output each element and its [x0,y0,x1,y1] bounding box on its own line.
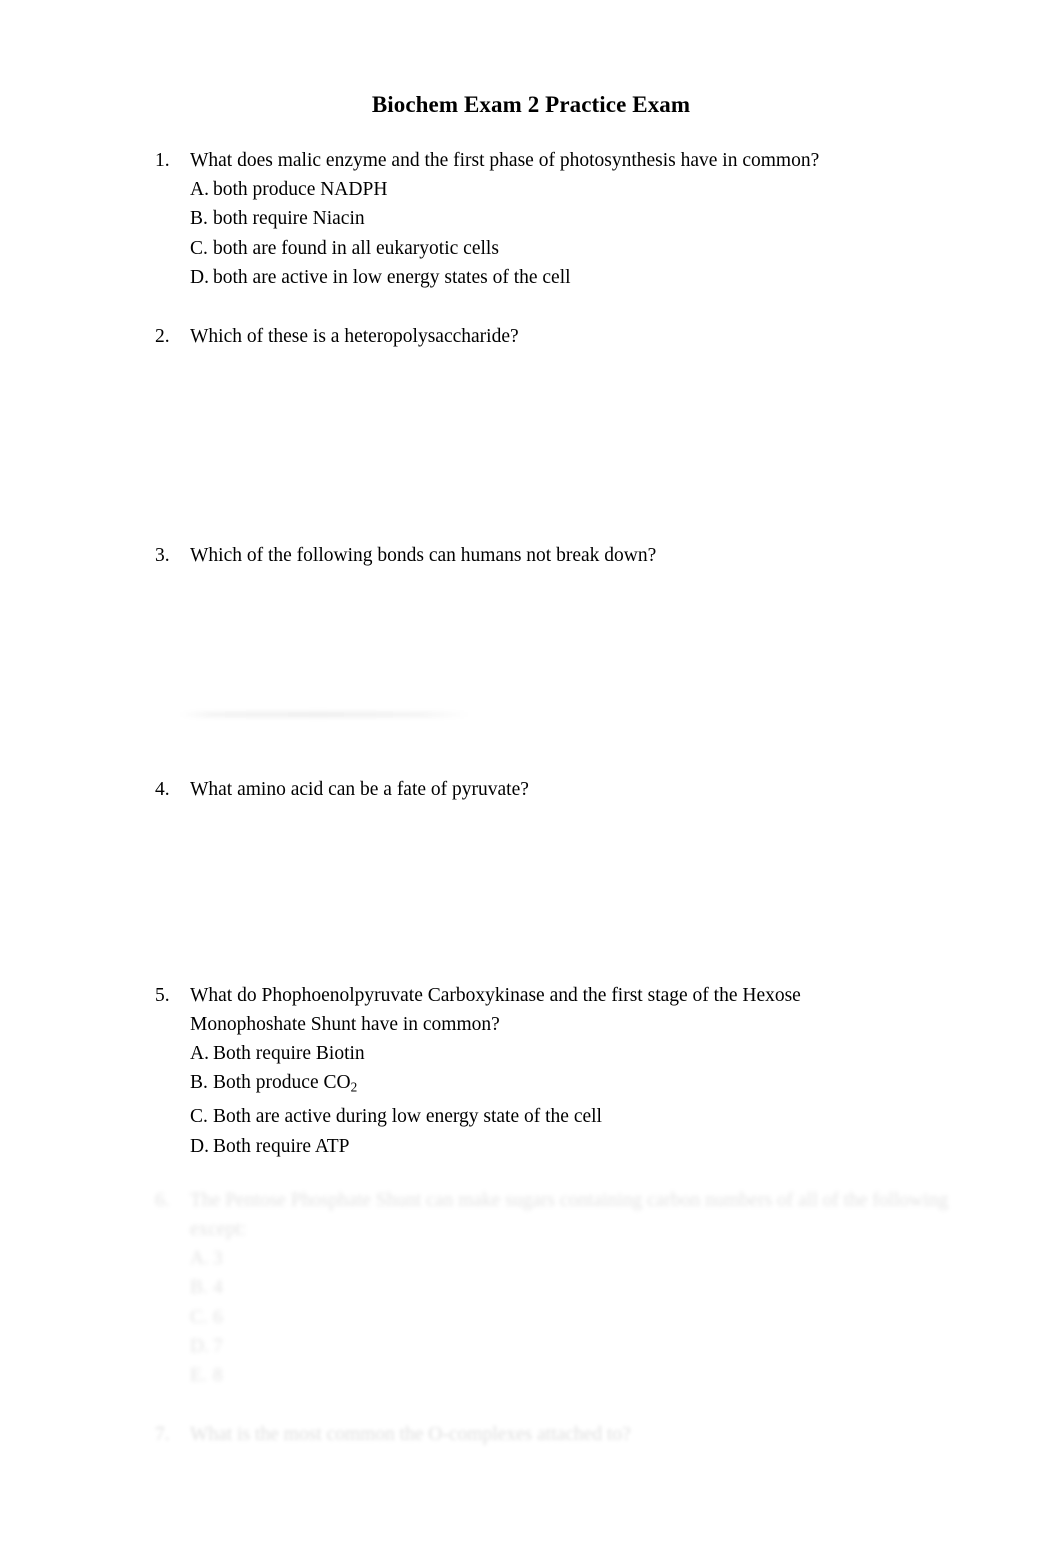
question-5-number: 5. [155,985,170,1006]
question-1-number: 1. [155,150,170,171]
question-5-option-a[interactable]: A. Both require Biotin [155,1039,955,1068]
question-4-image-placeholder [190,816,890,971]
option-text: 8 [213,1365,223,1387]
question-3-number: 3. [155,545,170,566]
question-5-option-b[interactable]: B. Both produce CO2 [155,1068,955,1102]
question-3: 3. Which of the following bonds can huma… [155,541,955,570]
question-5-option-d[interactable]: D. Both require ATP [155,1132,955,1161]
question-5-stem-row: 5. What do Phophoenolpyruvate Carboxykin… [155,981,955,1010]
question-4-stem: What amino acid can be a fate of pyruvat… [190,779,529,800]
question-5-option-c[interactable]: C. Both are active during low energy sta… [155,1102,955,1131]
question-6: 6. The Pentose Phosphate Shunt can make … [155,1186,955,1390]
option-letter: C. [190,237,208,259]
question-1-option-b[interactable]: B. both require Niacin [155,204,955,233]
option-letter: B. [190,208,208,230]
question-7-number: 7. [155,1424,170,1445]
option-text: both are active in low energy states of … [213,266,571,288]
question-7: 7. What is the most common the O-complex… [155,1420,955,1449]
option-letter: C. [190,1306,208,1328]
option-letter: E. [190,1365,207,1387]
option-letter: B. [190,1072,208,1094]
question-2: 2. Which of these is a heteropolysacchar… [155,322,955,351]
question-6-stem-line-2: except: [190,1219,247,1240]
question-1-option-c[interactable]: C. both are found in all eukaryotic cell… [155,234,955,263]
option-text: 6 [213,1306,223,1328]
question-5-stem-line-2: Monophoshate Shunt have in common? [190,1014,500,1035]
question-1-stem: What does malic enzyme and the first pha… [190,150,820,171]
question-7-stem-row: 7. What is the most common the O-complex… [155,1420,955,1449]
question-6-number: 6. [155,1190,170,1211]
question-6-stem-line-1: The Pentose Phosphate Shunt can make sug… [190,1190,949,1211]
option-letter: D. [190,1135,209,1157]
option-text: both produce NADPH [213,179,388,200]
question-6-option-e[interactable]: E. 8 [155,1361,955,1390]
question-5: 5. What do Phophoenolpyruvate Carboxykin… [155,981,955,1161]
question-2-stem-row: 2. Which of these is a heteropolysacchar… [155,322,955,351]
question-3-stem-row: 3. Which of the following bonds can huma… [155,541,955,570]
question-6-option-b[interactable]: B. 4 [155,1273,955,1302]
option-text: both are found in all eukaryotic cells [213,237,499,259]
question-1-option-d[interactable]: D. both are active in low energy states … [155,263,955,292]
option-letter: B. [190,1277,208,1299]
option-text: Both require Biotin [213,1043,365,1064]
question-2-number: 2. [155,326,170,347]
question-2-image-placeholder [190,362,890,537]
question-2-stem: Which of these is a heteropolysaccharide… [190,326,519,347]
question-6-option-c[interactable]: C. 6 [155,1303,955,1332]
question-6-stem-row: 6. The Pentose Phosphate Shunt can make … [155,1186,955,1215]
question-1-stem-row: 1. What does malic enzyme and the first … [155,146,955,175]
question-6-options: A. 3 B. 4 C. 6 D. 7 E. 8 [155,1244,955,1390]
question-4: 4. What amino acid can be a fate of pyru… [155,775,955,804]
faded-graphic-remnant [180,712,470,717]
option-letter: A. [190,1043,209,1064]
question-7-stem: What is the most common the O-complexes … [190,1424,631,1445]
document-page: Biochem Exam 2 Practice Exam 1. What doe… [0,0,1062,1561]
option-text: Both are active during low energy state … [213,1106,602,1128]
question-1-options: A. both produce NADPH B. both require Ni… [155,175,955,292]
option-letter: A. [190,179,209,200]
option-text: Both require ATP [213,1135,350,1157]
option-text: 7 [213,1335,223,1357]
option-text-main: Both produce CO [213,1072,351,1094]
option-text: 3 [213,1248,223,1269]
option-letter: C. [190,1106,208,1128]
question-3-stem: Which of the following bonds can humans … [190,545,657,566]
option-text: Both produce CO2 [213,1072,358,1095]
option-text: both require Niacin [213,208,365,230]
option-letter: D. [190,1335,209,1357]
subscript-2: 2 [350,1080,358,1095]
question-6-option-a[interactable]: A. 3 [155,1244,955,1273]
page-title: Biochem Exam 2 Practice Exam [371,92,691,117]
question-4-number: 4. [155,779,170,800]
question-3-image-placeholder [190,582,890,747]
question-1: 1. What does malic enzyme and the first … [155,146,955,292]
option-letter: A. [190,1248,209,1269]
question-6-option-d[interactable]: D. 7 [155,1332,955,1361]
question-1-option-a[interactable]: A. both produce NADPH [155,175,955,204]
option-text: 4 [213,1277,223,1299]
option-letter: D. [190,266,209,288]
question-4-stem-row: 4. What amino acid can be a fate of pyru… [155,775,955,804]
question-5-options: A. Both require Biotin B. Both produce C… [155,1039,955,1161]
question-5-stem-line-1: What do Phophoenolpyruvate Carboxykinase… [190,985,801,1006]
